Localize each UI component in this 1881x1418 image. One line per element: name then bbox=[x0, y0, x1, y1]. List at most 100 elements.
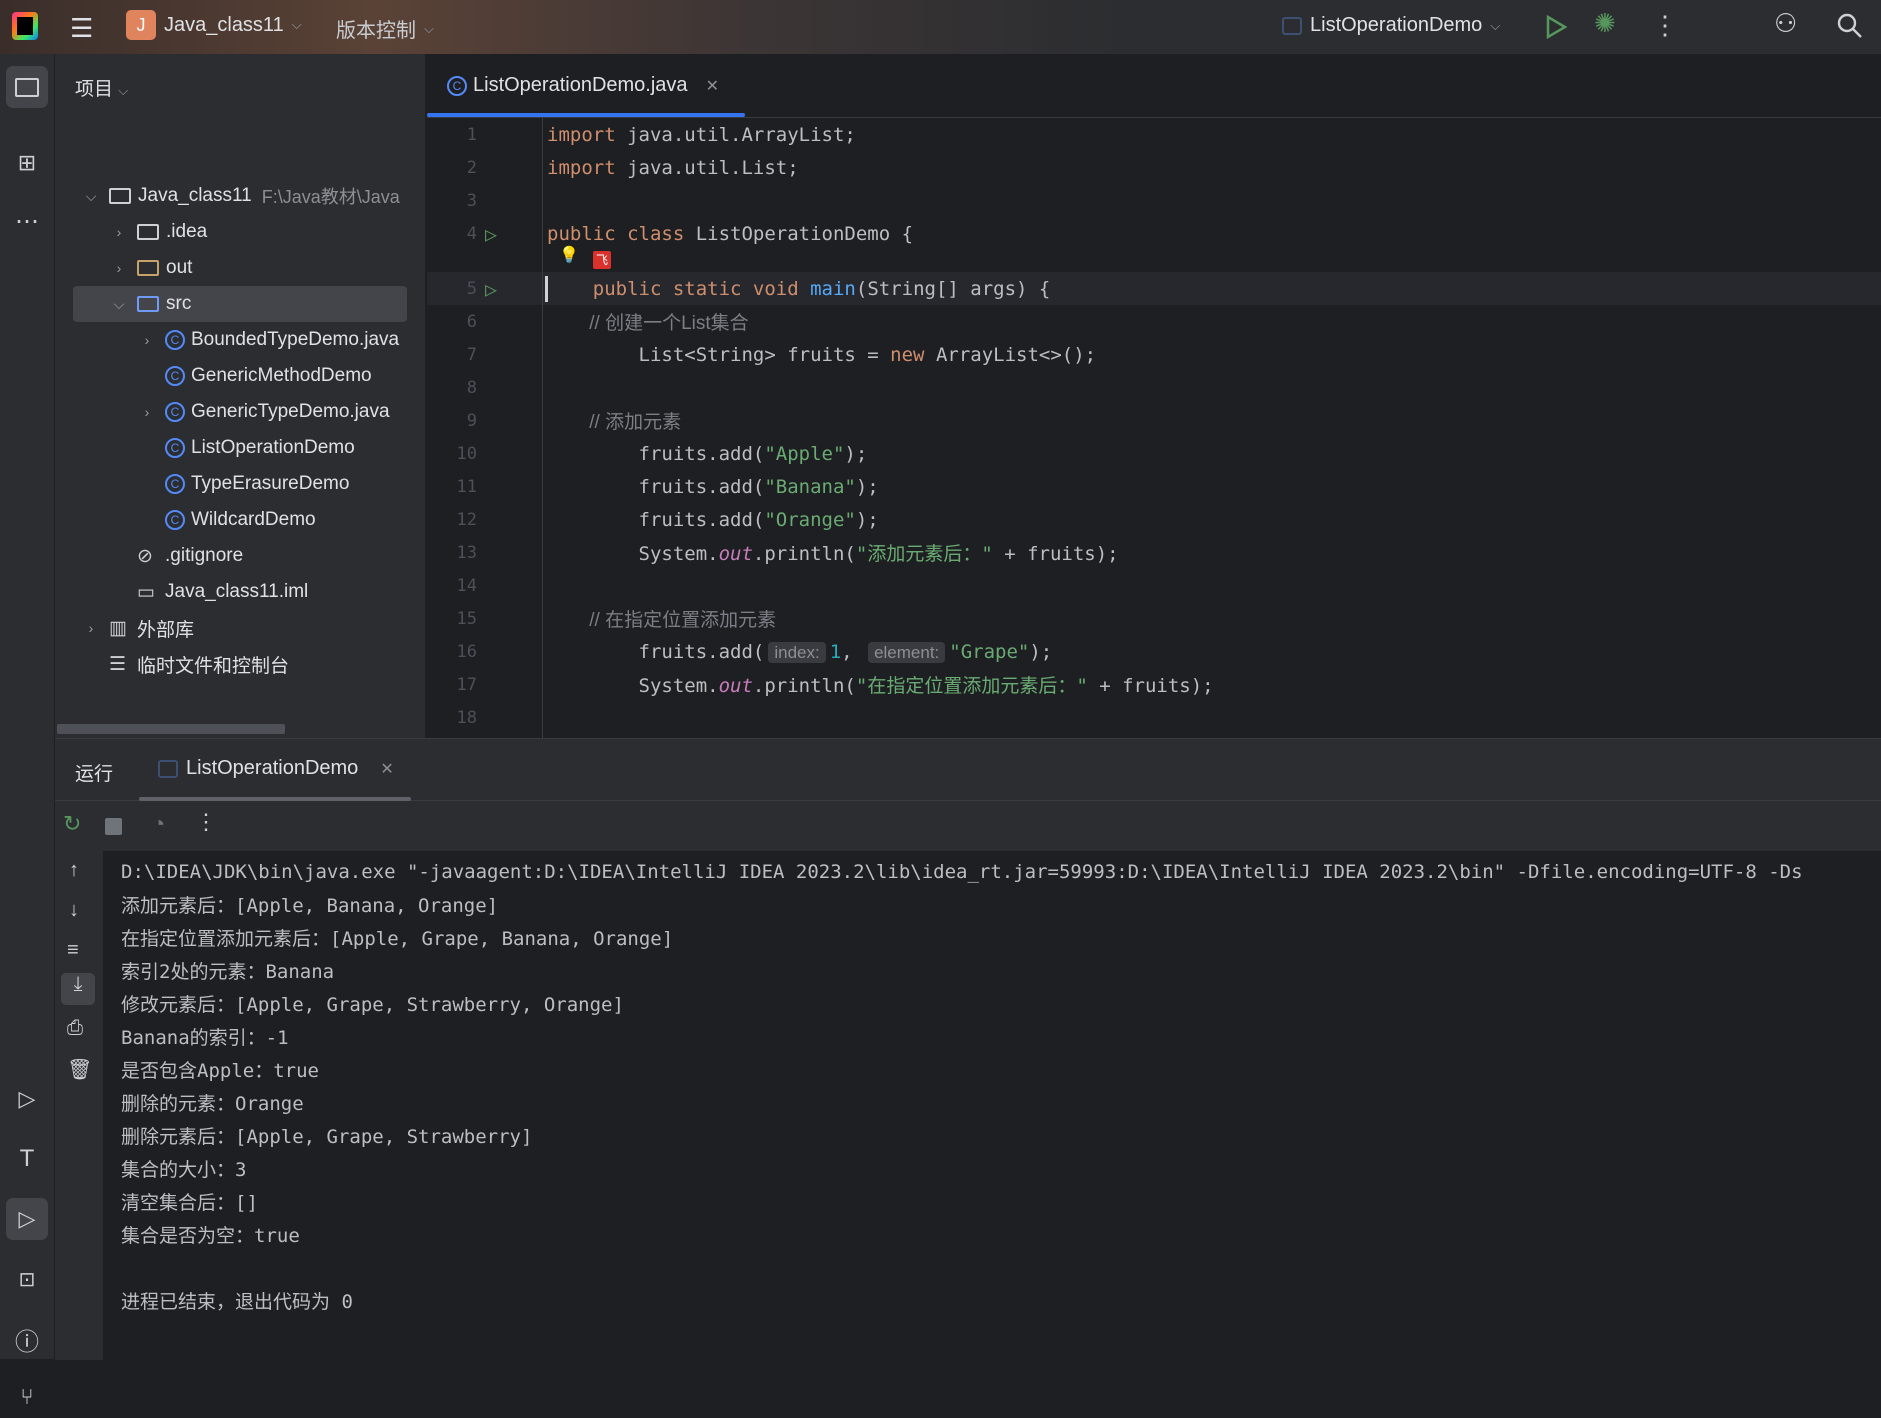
horizontal-scrollbar[interactable] bbox=[57, 724, 285, 734]
project-panel-title: 项目 bbox=[75, 79, 114, 100]
code-area[interactable]: 1 import java.util.ArrayList; 2 import java… bbox=[427, 118, 1881, 738]
tree-item[interactable]: ▭ Java_class11.iml bbox=[55, 574, 426, 610]
more-icon[interactable]: ⋮ bbox=[1652, 10, 1678, 41]
class-icon: C bbox=[447, 75, 467, 96]
close-icon[interactable]: ✕ bbox=[706, 76, 719, 96]
code-line[interactable]: 13 System.out.println("添加元素后：" + fruits)… bbox=[427, 536, 1881, 569]
rerun-icon[interactable]: ↻ bbox=[63, 811, 81, 837]
line-number: 17 bbox=[456, 674, 477, 695]
run-icon[interactable] bbox=[1544, 14, 1568, 40]
tree-item[interactable]: › .idea bbox=[55, 214, 426, 250]
stop-icon[interactable] bbox=[105, 818, 122, 835]
tree-item-label: WildcardDemo bbox=[191, 509, 316, 530]
project-folder-icon[interactable] bbox=[6, 66, 48, 108]
vcs-menu[interactable]: 版本控制 ⌵ bbox=[336, 14, 434, 43]
vcs-label: 版本控制 bbox=[336, 20, 416, 42]
code-line[interactable]: 11 fruits.add("Banana"); bbox=[427, 470, 1881, 503]
app-icon bbox=[158, 759, 178, 778]
search-icon[interactable] bbox=[1836, 12, 1864, 40]
dump-threads-icon[interactable]: ◔ bbox=[152, 811, 165, 837]
tree-item[interactable]: › C BoundedTypeDemo.java bbox=[55, 322, 426, 358]
code-token: // 添加元素 bbox=[547, 412, 682, 433]
code-token: public static void bbox=[547, 277, 811, 300]
code-line[interactable]: 5 ▷ public static void main(String[] args… bbox=[427, 272, 1881, 305]
run-config-selector[interactable]: ListOperationDemo ⌵ bbox=[1282, 14, 1500, 37]
code-line[interactable]: 10 fruits.add("Apple"); bbox=[427, 437, 1881, 470]
code-line[interactable]: 17 System.out.println("在指定位置添加元素后：" + fr… bbox=[427, 668, 1881, 701]
tree-item[interactable]: C TypeErasureDemo bbox=[55, 466, 426, 502]
code-line[interactable]: 7 List<String> fruits = new ArrayList<>(… bbox=[427, 338, 1881, 371]
code-token: // 在指定位置添加元素 bbox=[547, 610, 777, 631]
class-icon: C bbox=[165, 330, 185, 350]
chevron-down-icon[interactable]: ⌵ bbox=[109, 296, 129, 313]
terminal-icon[interactable]: ⊡ bbox=[6, 1258, 48, 1300]
code-line[interactable]: 4 ▷ public class ListOperationDemo { bbox=[427, 217, 1881, 250]
tree-item[interactable]: › C GenericTypeDemo.java bbox=[55, 394, 426, 430]
chevron-right-icon[interactable]: › bbox=[109, 224, 129, 240]
gutter-divider bbox=[542, 118, 543, 738]
code-line[interactable]: 2 import java.util.List; bbox=[427, 151, 1881, 184]
code-text: fruits.add("Banana"); bbox=[547, 476, 879, 498]
console-line: 添加元素后：[Apple, Banana, Orange] bbox=[121, 895, 499, 917]
code-token: import bbox=[547, 123, 628, 146]
chevron-right-icon[interactable]: › bbox=[109, 260, 129, 276]
code-line[interactable]: 6 // 创建一个List集合 bbox=[427, 305, 1881, 338]
class-icon: C bbox=[165, 438, 185, 458]
tree-item[interactable]: › ▥ 外部库 bbox=[55, 610, 426, 646]
tree-item[interactable]: C GenericMethodDemo bbox=[55, 358, 426, 394]
tree-item[interactable]: › out bbox=[55, 250, 426, 286]
code-line[interactable]: 9 // 添加元素 bbox=[427, 404, 1881, 437]
code-line[interactable]: 1 import java.util.ArrayList; bbox=[427, 118, 1881, 151]
tree-item-label: TypeErasureDemo bbox=[191, 473, 350, 494]
chevron-right-icon[interactable]: › bbox=[137, 332, 157, 348]
add-user-icon[interactable]: ⚇ bbox=[1774, 8, 1797, 39]
chevron-right-icon[interactable]: › bbox=[137, 404, 157, 420]
more-icon[interactable]: ⋮ bbox=[195, 809, 217, 835]
console-output[interactable]: D:\IDEA\JDK\bin\java.exe "-javaagent:D:\… bbox=[55, 851, 1881, 1360]
code-token: ); bbox=[844, 442, 868, 465]
git-icon[interactable]: ⑂ bbox=[6, 1376, 48, 1418]
build-icon[interactable]: T bbox=[6, 1138, 48, 1180]
code-line[interactable]: 3 bbox=[427, 184, 1881, 217]
code-line[interactable]: 8 bbox=[427, 371, 1881, 404]
tree-item[interactable]: ⌵ Java_class11 F:\Java教材\Java bbox=[55, 178, 426, 214]
run-gutter-icon[interactable]: ▷ bbox=[485, 277, 497, 301]
tree-item[interactable]: C WildcardDemo bbox=[55, 502, 426, 538]
structure-icon[interactable]: ⊞ bbox=[6, 142, 48, 184]
run-tool-icon[interactable]: ▷ bbox=[6, 1198, 48, 1240]
console-line: D:\IDEA\JDK\bin\java.exe "-javaagent:D:\… bbox=[121, 860, 1803, 883]
tree-item-label: 临时文件和控制台 bbox=[137, 655, 290, 677]
code-line[interactable]: 12 fruits.add("Orange"); bbox=[427, 503, 1881, 536]
chevron-right-icon[interactable]: › bbox=[81, 620, 101, 636]
problems-icon[interactable]: ⓘ bbox=[6, 1318, 48, 1360]
tree-item[interactable]: C ListOperationDemo bbox=[55, 430, 426, 466]
close-icon[interactable]: ✕ bbox=[380, 759, 393, 779]
project-panel-header[interactable]: 项目 ⌵ bbox=[75, 74, 128, 101]
code-text: fruits.add("Orange"); bbox=[547, 509, 879, 531]
chevron-down-icon[interactable]: ⌵ bbox=[81, 188, 101, 205]
code-token: .println( bbox=[752, 675, 856, 697]
code-token: fruits.add( bbox=[547, 475, 765, 498]
more-tools-icon[interactable]: ⋯ bbox=[6, 200, 48, 242]
run-gutter-icon[interactable]: ▷ bbox=[485, 222, 497, 246]
tree-item[interactable]: ⌵ src bbox=[73, 286, 407, 322]
line-number: 13 bbox=[456, 542, 477, 563]
project-selector[interactable]: J Java_class11 ⌵ bbox=[126, 10, 302, 40]
code-line[interactable]: 18 bbox=[427, 701, 1881, 734]
code-token: new bbox=[890, 343, 936, 366]
tab-run-listoperationdemo[interactable]: ListOperationDemo ✕ bbox=[158, 757, 394, 780]
services-icon[interactable]: ▷ bbox=[6, 1078, 48, 1120]
tree-item[interactable]: ⊘ .gitignore bbox=[55, 538, 426, 574]
tab-listoperationdemo[interactable]: C ListOperationDemo.java ✕ bbox=[447, 74, 719, 97]
code-line[interactable]: 14 bbox=[427, 569, 1881, 602]
bulb-icon[interactable]: 💡 bbox=[559, 245, 579, 265]
plugin-badge-icon[interactable]: 飞 bbox=[593, 251, 611, 269]
tree-item[interactable]: ☰ 临时文件和控制台 bbox=[55, 646, 426, 682]
main-menu-button[interactable]: ☰ bbox=[70, 13, 93, 44]
code-text: public static void main(String[] args) { bbox=[547, 277, 1051, 300]
code-line[interactable]: 16 fruits.add(index: 1, element: "Grape"); bbox=[427, 635, 1881, 668]
console-line: 进程已结束，退出代码为 0 bbox=[121, 1291, 353, 1313]
code-line[interactable]: 15 // 在指定位置添加元素 bbox=[427, 602, 1881, 635]
debug-icon[interactable]: ✺ bbox=[1594, 8, 1616, 39]
tree-item-label: 外部库 bbox=[137, 619, 195, 641]
